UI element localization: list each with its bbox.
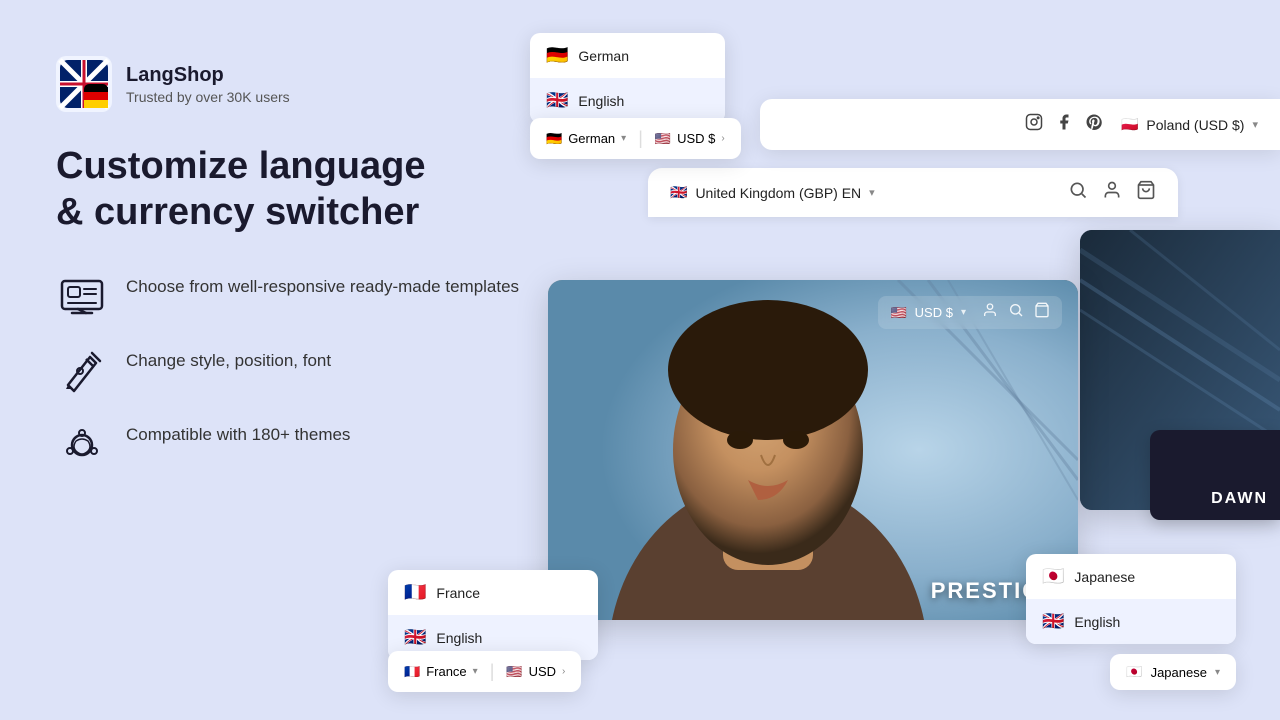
dropdown-item-german[interactable]: 🇩🇪 German — [530, 33, 725, 78]
france-lang-item[interactable]: 🇫🇷 France ▾ — [404, 664, 478, 680]
usd-label: USD $ — [915, 305, 953, 320]
main-heading: Customize language& currency switcher — [56, 144, 536, 235]
account-icon-prestige[interactable] — [982, 302, 998, 323]
account-icon[interactable] — [1102, 180, 1122, 205]
chevron-right-icon: › — [721, 133, 724, 144]
switcher-bar-top-left[interactable]: 🇩🇪 German ▾ | 🇺🇸 USD $ › — [530, 118, 741, 159]
dropdown-item-english-right[interactable]: 🇬🇧 English — [1026, 599, 1236, 644]
feature-text-templates: Choose from well-responsive ready-made t… — [126, 271, 519, 299]
pinterest-icon[interactable] — [1085, 113, 1103, 136]
poland-label: Poland (USD $) — [1146, 117, 1244, 133]
feature-item-templates: Choose from well-responsive ready-made t… — [56, 271, 536, 323]
english-label-right: English — [1074, 614, 1120, 630]
german-flag-icon: 🇩🇪 — [546, 45, 568, 66]
japanese-label: Japanese — [1074, 569, 1135, 585]
us-flag-small: 🇺🇸 — [890, 305, 906, 321]
prestige-card: 🇺🇸 USD $ ▾ PRESTIGE — [548, 280, 1078, 620]
usd-bar-label: USD — [529, 664, 556, 679]
logo-text-block: LangShop Trusted by over 30K users — [126, 64, 290, 105]
poland-bar[interactable]: 🇵🇱 Poland (USD $) ▾ — [760, 99, 1280, 150]
dropdown-item-japanese[interactable]: 🇯🇵 Japanese — [1026, 554, 1236, 599]
language-dropdown-bottom-left[interactable]: 🇫🇷 France 🇬🇧 English — [388, 570, 598, 660]
english-label-bottom: English — [436, 630, 482, 646]
switcher-currency-item[interactable]: 🇺🇸 USD $ › — [655, 131, 725, 147]
japanese-flag-icon: 🇯🇵 — [1042, 566, 1064, 587]
english-label: English — [578, 93, 624, 109]
poland-flag-icon: 🇵🇱 — [1121, 116, 1138, 133]
feature-item-themes: Compatible with 180+ themes — [56, 419, 536, 471]
usd-switcher-bar[interactable]: 🇺🇸 USD $ ▾ — [878, 296, 1062, 329]
social-icons — [1025, 113, 1103, 136]
uk-flag-icon: 🇬🇧 — [670, 184, 687, 201]
cart-icon[interactable] — [1136, 180, 1156, 205]
language-dropdown-top[interactable]: 🇩🇪 German 🇬🇧 English — [530, 33, 725, 123]
switcher-lang-item[interactable]: 🇩🇪 German ▾ — [546, 131, 626, 147]
left-section: LangShop Trusted by over 30K users Custo… — [56, 56, 536, 471]
switcher-lang-label: German — [568, 131, 615, 146]
dropdown-item-english[interactable]: 🇬🇧 English — [530, 78, 725, 123]
divider: | — [490, 661, 495, 682]
search-icon-prestige[interactable] — [1008, 302, 1024, 323]
uk-selector[interactable]: 🇬🇧 United Kingdom (GBP) EN ▾ — [670, 184, 875, 201]
chevron-down-icon: ▾ — [869, 186, 875, 199]
themes-icon — [56, 419, 108, 471]
chevron-down-icon: ▾ — [1252, 118, 1258, 131]
instagram-icon[interactable] — [1025, 113, 1043, 136]
usd-icons — [982, 302, 1050, 323]
france-flag-bar-icon: 🇫🇷 — [404, 664, 420, 680]
chevron-down-icon: ▾ — [473, 666, 478, 677]
usd-currency-item[interactable]: 🇺🇸 USD › — [506, 664, 565, 680]
chevron-down-icon: ▾ — [621, 133, 626, 144]
france-label: France — [436, 585, 480, 601]
feature-text-themes: Compatible with 180+ themes — [126, 419, 350, 447]
language-dropdown-bottom-right[interactable]: 🇯🇵 Japanese 🇬🇧 English — [1026, 554, 1236, 644]
uk-bar[interactable]: 🇬🇧 United Kingdom (GBP) EN ▾ — [648, 168, 1178, 217]
langshop-logo-icon — [56, 56, 112, 112]
german-label: German — [578, 48, 629, 64]
france-bar-label: France — [426, 664, 466, 679]
style-icon — [56, 345, 108, 397]
switcher-bar-bottom-right[interactable]: 🇯🇵 Japanese ▾ — [1110, 654, 1236, 690]
english-flag-bottom-icon: 🇬🇧 — [404, 627, 426, 648]
switcher-currency-label: USD $ — [677, 131, 715, 146]
divider: | — [638, 128, 643, 149]
japanese-bar-label: Japanese — [1151, 665, 1207, 680]
cart-icon-prestige[interactable] — [1034, 302, 1050, 323]
english-flag-right-icon: 🇬🇧 — [1042, 611, 1064, 632]
chevron-down-icon: ▾ — [961, 307, 966, 318]
dawn-label: DAWN — [1211, 490, 1268, 508]
feature-item-style: Change style, position, font — [56, 345, 536, 397]
poland-selector[interactable]: 🇵🇱 Poland (USD $) ▾ — [1121, 116, 1258, 133]
dawn-card: DAWN — [1150, 430, 1280, 520]
uk-label: United Kingdom (GBP) EN — [695, 185, 861, 201]
usd-flag-bar-icon: 🇺🇸 — [506, 664, 522, 680]
logo-subtitle: Trusted by over 30K users — [126, 89, 290, 105]
templates-icon — [56, 271, 108, 323]
logo-title: LangShop — [126, 64, 290, 87]
switcher-usd-flag: 🇺🇸 — [655, 131, 671, 147]
switcher-german-flag: 🇩🇪 — [546, 131, 562, 147]
switcher-bar-bottom-left[interactable]: 🇫🇷 France ▾ | 🇺🇸 USD › — [388, 651, 581, 692]
facebook-icon[interactable] — [1055, 113, 1073, 136]
chevron-down-icon: ▾ — [1215, 667, 1220, 678]
english-flag-icon: 🇬🇧 — [546, 90, 568, 111]
feature-list: Choose from well-responsive ready-made t… — [56, 271, 536, 471]
search-icon[interactable] — [1068, 180, 1088, 205]
japanese-flag-bar-icon: 🇯🇵 — [1126, 664, 1142, 680]
france-flag-icon: 🇫🇷 — [404, 582, 426, 603]
chevron-right-icon: › — [562, 666, 565, 677]
prestige-image: 🇺🇸 USD $ ▾ PRESTIGE — [548, 280, 1078, 620]
feature-text-style: Change style, position, font — [126, 345, 331, 373]
logo-row: LangShop Trusted by over 30K users — [56, 56, 536, 112]
uk-icons — [1068, 180, 1156, 205]
dropdown-item-france[interactable]: 🇫🇷 France — [388, 570, 598, 615]
